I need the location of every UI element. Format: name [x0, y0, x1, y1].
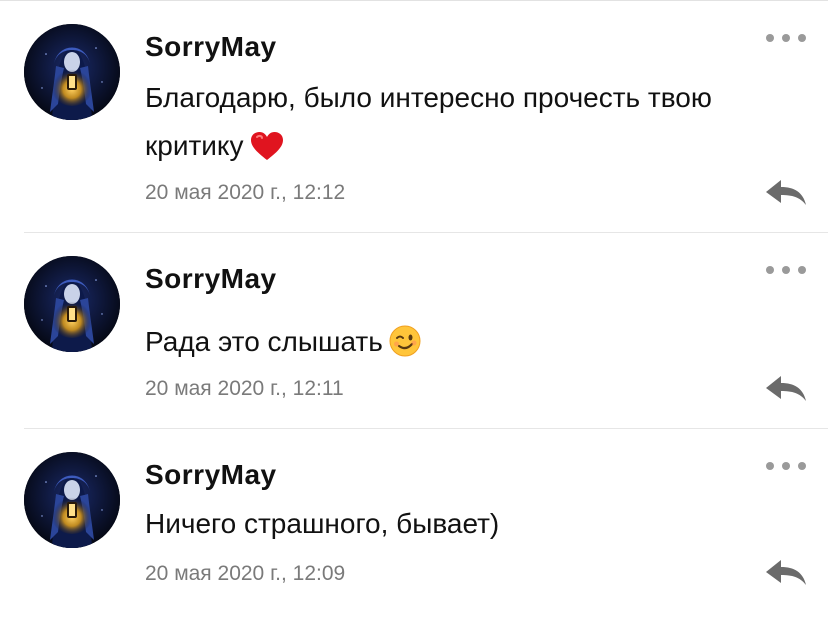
comment-text-line: Ничего страшного, бывает)	[145, 508, 500, 539]
dot-icon	[782, 34, 790, 42]
comment-divider	[24, 232, 828, 233]
avatar[interactable]	[24, 256, 120, 352]
dot-icon	[798, 266, 806, 274]
comment-text-line-with-emoji: критику	[145, 122, 745, 176]
comment-author[interactable]: SorryMay	[145, 262, 277, 296]
top-border	[0, 0, 828, 1]
more-options-button[interactable]	[766, 31, 806, 45]
comment-text-line: критику	[145, 130, 244, 161]
comment-divider	[24, 428, 828, 429]
comment-date: 20 мая 2020 г., 12:09	[145, 562, 346, 585]
comment-text: Ничего страшного, бывает)	[145, 500, 745, 548]
dot-icon	[766, 34, 774, 42]
dot-icon	[782, 266, 790, 274]
reply-arrow-icon	[766, 180, 806, 205]
reply-arrow-icon	[766, 376, 806, 401]
dot-icon	[798, 462, 806, 470]
dot-icon	[798, 34, 806, 42]
more-options-button[interactable]	[766, 459, 806, 473]
avatar[interactable]	[24, 24, 120, 120]
dot-icon	[766, 266, 774, 274]
comment-date: 20 мая 2020 г., 12:12	[145, 181, 346, 204]
heart-icon	[250, 128, 284, 176]
comment-text: Благодарю, было интересно прочесть твою …	[145, 74, 745, 176]
wink-emoji-icon	[389, 324, 421, 372]
reply-button[interactable]	[764, 374, 808, 404]
avatar-image	[24, 452, 120, 548]
reply-button[interactable]	[764, 558, 808, 588]
reply-arrow-icon	[766, 560, 806, 585]
dot-icon	[782, 462, 790, 470]
comment-date: 20 мая 2020 г., 12:11	[145, 377, 344, 400]
reply-button[interactable]	[764, 178, 808, 208]
avatar-image	[24, 256, 120, 352]
comment-author[interactable]: SorryMay	[145, 458, 277, 492]
avatar-image	[24, 24, 120, 120]
comment-text-line: Благодарю, было интересно прочесть твою	[145, 82, 712, 113]
comment-author[interactable]: SorryMay	[145, 30, 277, 64]
dot-icon	[766, 462, 774, 470]
more-options-button[interactable]	[766, 263, 806, 277]
comment-text: Рада это слышать	[145, 318, 745, 372]
comment-text-line: Рада это слышать	[145, 326, 383, 357]
avatar[interactable]	[24, 452, 120, 548]
